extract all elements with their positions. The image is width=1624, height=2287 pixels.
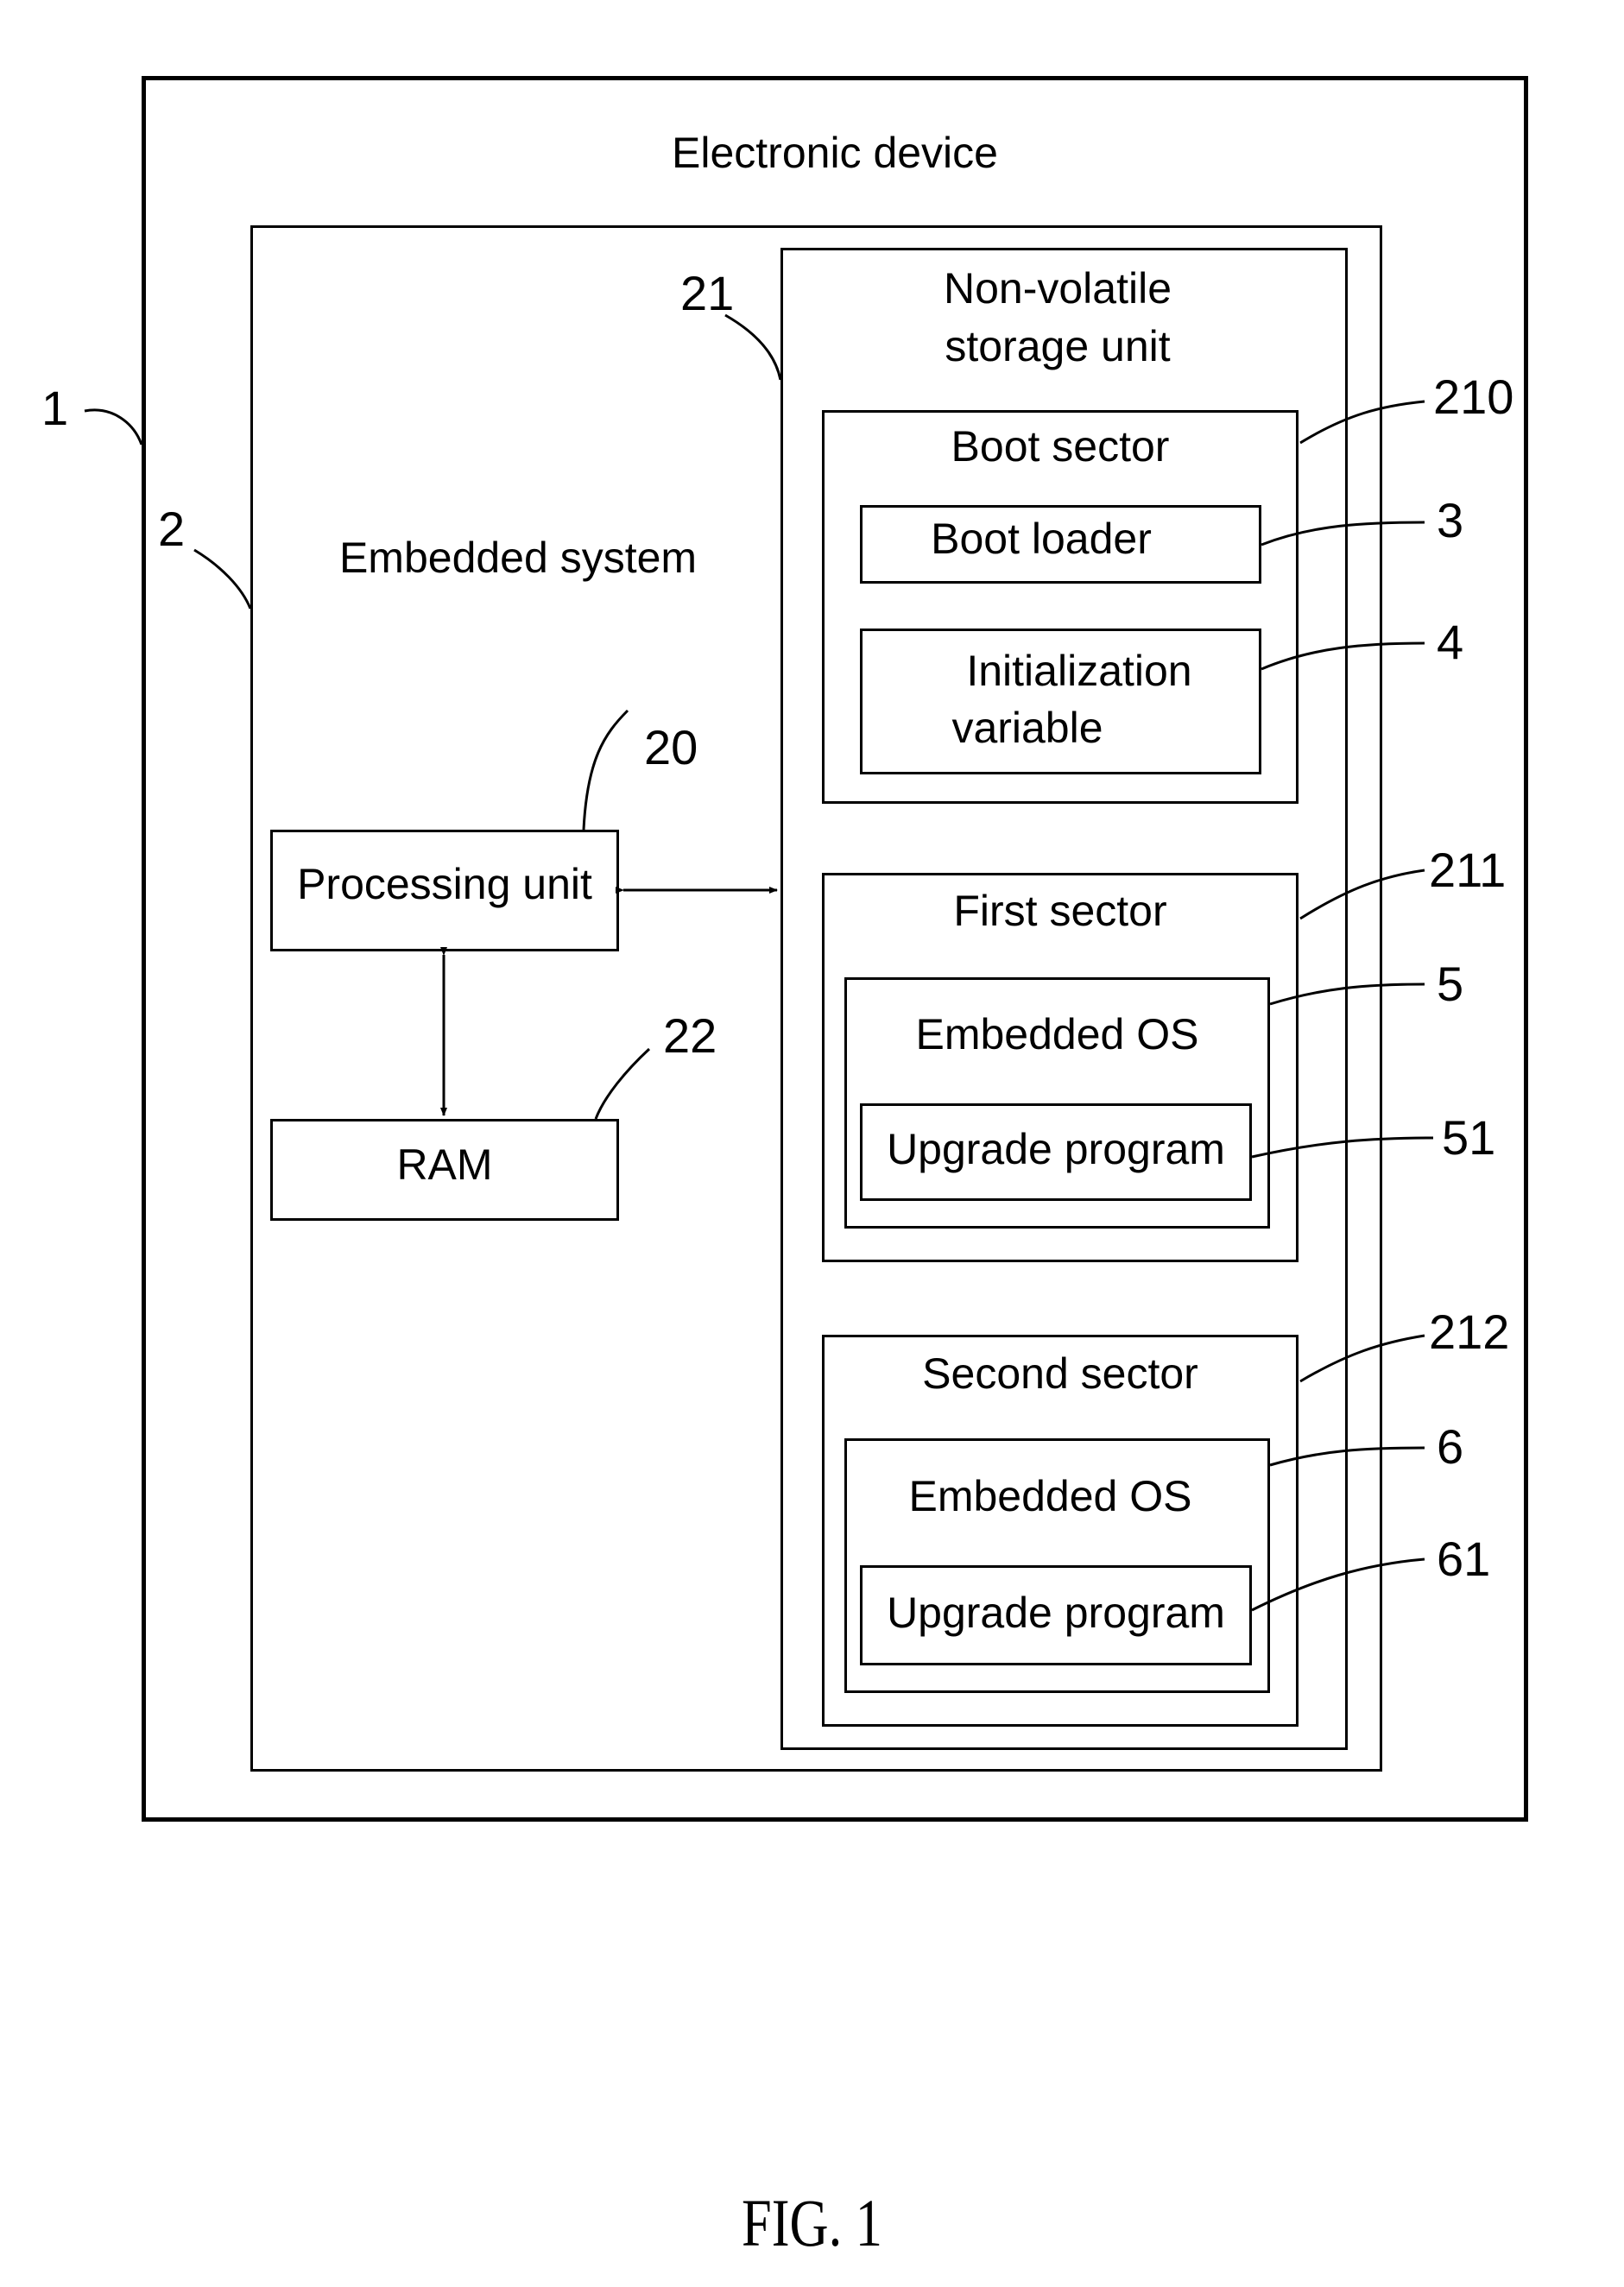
leader-21	[724, 313, 782, 381]
ref-21: 21	[680, 266, 735, 320]
ref-3: 3	[1437, 493, 1464, 547]
ref-210: 210	[1433, 370, 1514, 424]
leader-22	[594, 1047, 651, 1120]
ref-5: 5	[1437, 957, 1464, 1011]
ref-1: 1	[41, 381, 69, 435]
ref-211: 211	[1429, 843, 1507, 897]
leader-1	[84, 408, 143, 445]
leader-6	[1269, 1446, 1425, 1467]
ref-22: 22	[663, 1008, 717, 1063]
leader-210	[1299, 400, 1425, 445]
ref-6: 6	[1437, 1419, 1464, 1474]
leader-61	[1251, 1557, 1425, 1612]
ref-51: 51	[1442, 1110, 1496, 1165]
ref-212: 212	[1429, 1305, 1510, 1359]
leader-51	[1251, 1136, 1434, 1159]
ref-61: 61	[1437, 1532, 1491, 1586]
connector-lines	[84, 313, 1434, 1612]
figure-label: FIG. 1	[742, 2185, 882, 2260]
ref-4: 4	[1437, 615, 1464, 669]
leader-2	[193, 548, 252, 610]
ref-2: 2	[158, 502, 186, 556]
leader-20	[582, 709, 629, 831]
leader-3	[1261, 521, 1425, 546]
ref-20: 20	[644, 720, 698, 774]
leader-211	[1299, 869, 1425, 920]
leader-4	[1261, 641, 1425, 671]
leader-5	[1269, 982, 1425, 1006]
leader-212	[1299, 1334, 1425, 1383]
